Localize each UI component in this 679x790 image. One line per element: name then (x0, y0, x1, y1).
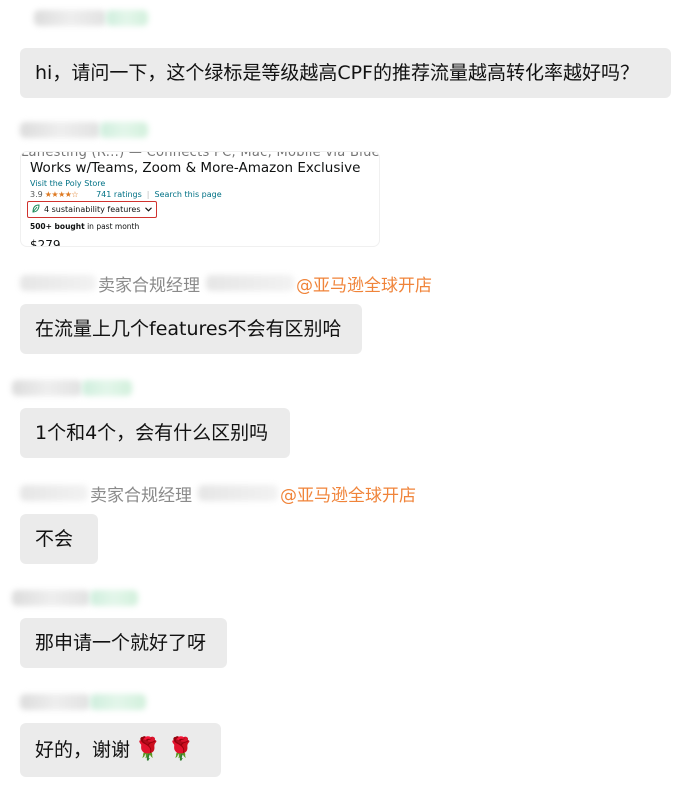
sender-name: 卖家合规经理 @亚马逊全球开店 (20, 481, 416, 506)
bought-count: 500+ bought (30, 222, 85, 231)
bought-suffix: in past month (84, 222, 140, 231)
search-page-link: Search this page (154, 190, 222, 199)
blurred-sender-name (206, 275, 294, 291)
blurred-sender-name (20, 485, 88, 501)
message-text: 好的，谢谢 (35, 739, 131, 761)
product-screenshot-image[interactable]: Lanesting (R...) — Connects PC, Mac, Mob… (21, 152, 379, 246)
ratings-count: 741 ratings (96, 190, 142, 199)
message-text: 不会 (35, 528, 74, 550)
mention-tag[interactable]: @亚马逊全球开店 (296, 271, 432, 296)
blurred-sender-name (12, 380, 82, 396)
blurred-sender-name (34, 10, 106, 26)
message-bubble[interactable]: hi，请问一下，这个绿标是等级越高CPF的推荐流量越高转化率越好吗？ (20, 48, 671, 98)
bought-in-past-month: 500+ bought in past month (30, 222, 139, 231)
chat-window: hi，请问一下，这个绿标是等级越高CPF的推荐流量越高转化率越好吗？ Lanes… (0, 0, 679, 790)
chevron-down-icon (145, 205, 153, 214)
blurred-sender-name (12, 590, 90, 606)
product-title: Works w/Teams, Zoom & More-Amazon Exclus… (30, 160, 361, 176)
sender-name (20, 692, 146, 712)
message-text: hi，请问一下，这个绿标是等级越高CPF的推荐流量越高转化率越好吗？ (35, 62, 639, 84)
store-link: Visit the Poly Store (30, 179, 106, 188)
message-bubble[interactable]: 不会 (20, 514, 98, 564)
sender-name (12, 588, 138, 608)
message-bubble[interactable]: 好的，谢谢 🌹 🌹 (20, 723, 221, 777)
rating-value: 3.9 (30, 190, 43, 199)
sustainability-label: 4 sustainability features (44, 205, 141, 214)
leaf-icon (32, 203, 40, 216)
message-text: 1个和4个，会有什么区别吗 (35, 422, 269, 444)
blurred-sender-name (20, 694, 90, 710)
message-bubble[interactable]: 1个和4个，会有什么区别吗 (20, 408, 290, 458)
sender-name (12, 378, 132, 398)
blurred-sender-name (20, 122, 100, 138)
rose-emoji-icon: 🌹 (167, 737, 195, 762)
sender-role: 卖家合规经理 (90, 485, 192, 506)
rating-row: 3.9 ★★★★☆ 741 ratings | Search this page (30, 190, 222, 199)
cut-off-text: Lanesting (R...) — Connects PC, Mac, Mob… (21, 152, 379, 160)
blurred-sender-name (198, 485, 278, 501)
sender-name: 卖家合规经理 @亚马逊全球开店 (20, 271, 432, 296)
sender-name (20, 120, 148, 140)
blurred-sender-name (82, 380, 132, 396)
message-text: 在流量上几个features不会有区别哈 (35, 318, 342, 340)
mention-tag[interactable]: @亚马逊全球开店 (280, 481, 416, 506)
blurred-sender-name (106, 10, 148, 26)
sender-name (34, 8, 148, 28)
rose-emoji-icon: 🌹 (134, 737, 162, 762)
blurred-sender-name (20, 275, 96, 291)
star-rating-icon: ★★★★☆ (44, 190, 79, 199)
divider: | (146, 190, 150, 199)
price-cut-off: $279 (30, 238, 61, 246)
blurred-sender-name (90, 694, 146, 710)
message-text: 那申请一个就好了呀 (35, 632, 207, 654)
sender-role: 卖家合规经理 (98, 275, 200, 296)
blurred-sender-name (100, 122, 148, 138)
blurred-sender-name (90, 590, 138, 606)
message-bubble[interactable]: 在流量上几个features不会有区别哈 (20, 304, 362, 354)
message-bubble[interactable]: 那申请一个就好了呀 (20, 618, 227, 668)
sustainability-badge: 4 sustainability features (27, 201, 157, 218)
